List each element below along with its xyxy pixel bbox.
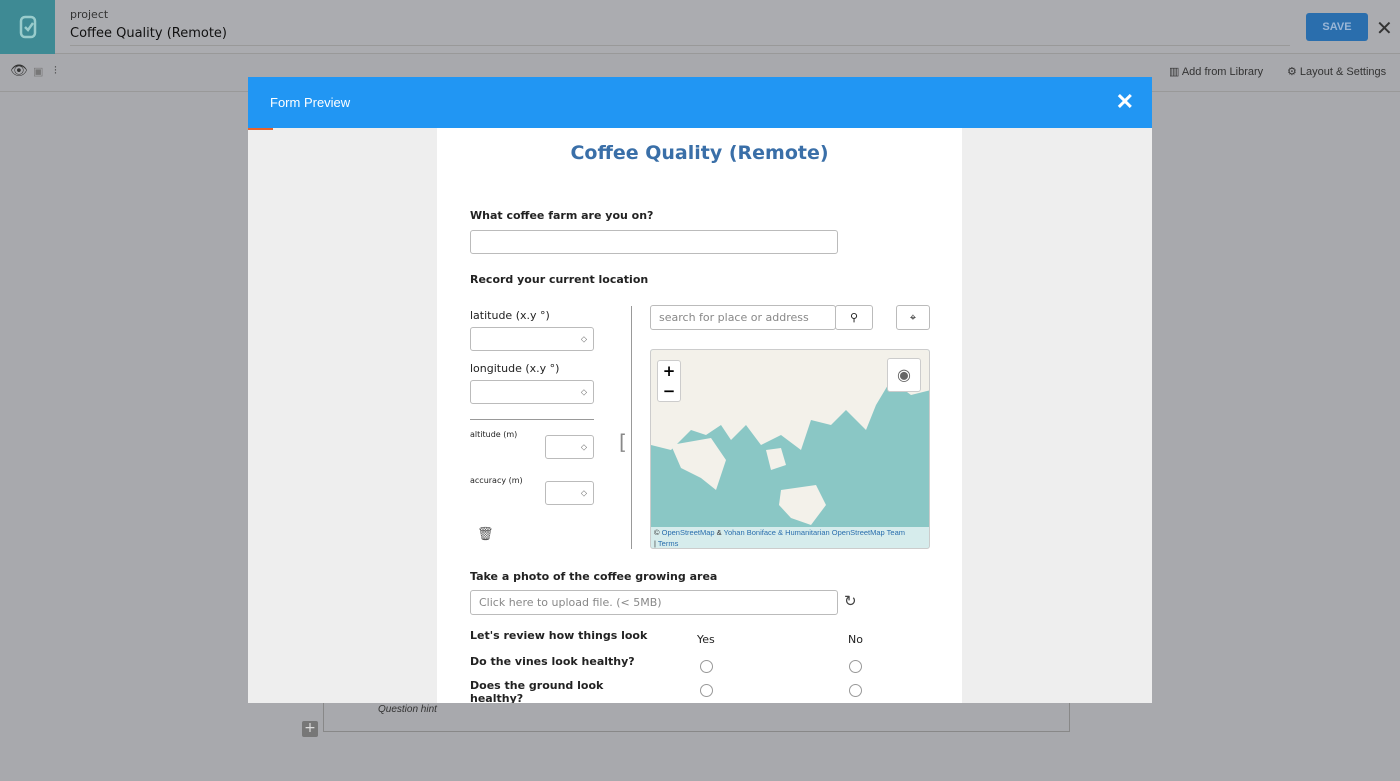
latitude-label: latitude (x.y °): [470, 309, 550, 322]
osm-link[interactable]: OpenStreetMap: [662, 528, 715, 537]
divider: [470, 419, 594, 420]
map-search-input[interactable]: search for place or address: [650, 305, 836, 330]
radio-no[interactable]: [849, 660, 862, 673]
altitude-input[interactable]: ◇: [545, 435, 594, 459]
add-question-button[interactable]: +: [302, 721, 318, 737]
add-from-library-button[interactable]: ▥ Add from Library: [1169, 65, 1263, 78]
app-logo[interactable]: [0, 0, 55, 54]
eye-icon[interactable]: 👁: [10, 62, 28, 79]
close-icon[interactable]: ✕: [1116, 89, 1134, 115]
close-icon[interactable]: ✕: [1376, 16, 1393, 40]
zoom-out-button[interactable]: −: [658, 381, 680, 401]
flow-icon[interactable]: ⫶: [54, 65, 57, 78]
zoom-controls: + −: [657, 360, 681, 402]
modal-title: Form Preview: [270, 95, 351, 110]
map-attribution: © OpenStreetMap & Yohan Boniface & Human…: [654, 528, 906, 548]
column-yes: Yes: [697, 633, 715, 646]
spinner-icon[interactable]: ◇: [581, 335, 587, 344]
radio-yes[interactable]: [700, 660, 713, 673]
progress-bar: [248, 128, 273, 130]
copy-icon[interactable]: ▣: [33, 65, 43, 78]
longitude-label: longitude (x.y °): [470, 362, 560, 375]
latitude-input[interactable]: ◇: [470, 327, 594, 351]
yohan-link[interactable]: Yohan Boniface & Humanitarian OpenStreet…: [724, 528, 905, 537]
app-header: project Coffee Quality (Remote) SAVE ✕: [0, 0, 1400, 54]
form: Coffee Quality (Remote) What coffee farm…: [437, 128, 962, 703]
modal-header: Form Preview ✕: [248, 77, 1152, 128]
gear-icon: ⚙: [1287, 66, 1300, 78]
question-hint[interactable]: Question hint: [378, 704, 437, 715]
column-no: No: [848, 633, 863, 646]
form-title: Coffee Quality (Remote): [570, 142, 829, 164]
altitude-label: altitude (m): [470, 430, 518, 439]
question-label: Record your current location: [470, 273, 649, 286]
layout-settings-button[interactable]: ⚙ Layout & Settings: [1287, 65, 1386, 78]
trash-icon[interactable]: 🗑: [477, 527, 494, 542]
farm-input[interactable]: [470, 230, 838, 254]
radio-yes[interactable]: [700, 684, 713, 697]
form-preview-modal: Form Preview ✕ Coffee Quality (Remote) Wh…: [248, 77, 1152, 703]
globe-icon[interactable]: ◉: [887, 358, 921, 392]
project-title-input[interactable]: Coffee Quality (Remote): [70, 26, 1290, 46]
accuracy-label: accuracy (m): [470, 476, 523, 485]
radio-no[interactable]: [849, 684, 862, 697]
terms-link[interactable]: Terms: [658, 539, 678, 548]
matrix-row-label: Does the ground look healthy?: [470, 679, 604, 703]
spinner-icon[interactable]: ◇: [581, 443, 587, 452]
bracket-icon: [: [619, 430, 627, 454]
accuracy-input[interactable]: ◇: [545, 481, 594, 505]
matrix-header: Let's review how things look: [470, 629, 648, 642]
longitude-input[interactable]: ◇: [470, 380, 594, 404]
question-label: Take a photo of the coffee growing area: [470, 570, 718, 583]
map[interactable]: + − ◉ © OpenStreetMap & Yohan Boniface & …: [650, 349, 930, 549]
divider: [631, 306, 632, 549]
matrix-row-label: Do the vines look healthy?: [470, 655, 635, 668]
zoom-in-button[interactable]: +: [658, 361, 680, 381]
question-label: What coffee farm are you on?: [470, 209, 654, 222]
library-icon: ▥: [1169, 66, 1182, 78]
locate-icon[interactable]: ⌖: [896, 305, 930, 330]
file-upload-input[interactable]: Click here to upload file. (< 5MB): [470, 590, 838, 615]
search-icon[interactable]: ⚲: [835, 305, 873, 330]
spinner-icon[interactable]: ◇: [581, 489, 587, 498]
refresh-icon[interactable]: ↻: [844, 592, 857, 610]
save-button[interactable]: SAVE: [1306, 13, 1368, 41]
project-label: project: [70, 8, 109, 21]
spinner-icon[interactable]: ◇: [581, 388, 587, 397]
